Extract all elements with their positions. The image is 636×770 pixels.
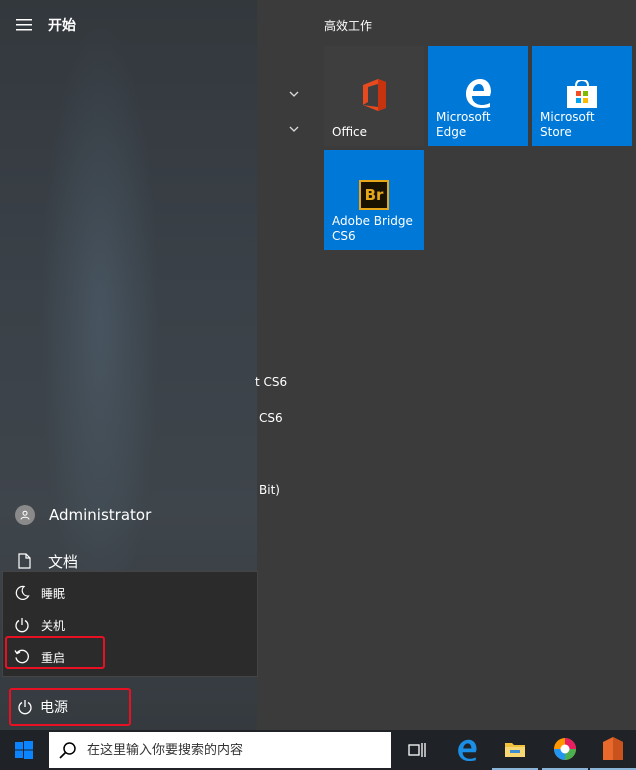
app-list-strip <box>257 0 307 730</box>
shutdown-label: 关机 <box>41 618 66 633</box>
shutdown-menu-item[interactable]: 关机 <box>3 610 257 640</box>
restart-menu-item[interactable]: 重启 <box>3 642 257 672</box>
start-title: 开始 <box>48 18 76 34</box>
chevron-down-icon[interactable] <box>284 119 304 139</box>
user-avatar-icon <box>15 505 35 525</box>
tile-microsoft-store[interactable]: Microsoft Store <box>532 46 632 146</box>
power-label: 电源 <box>40 699 68 716</box>
file-explorer-icon <box>505 743 525 757</box>
tile-microsoft-edge[interactable]: Microsoft Edge <box>428 46 528 146</box>
edge-icon <box>458 739 477 761</box>
restart-label: 重启 <box>41 650 66 665</box>
task-view-button[interactable] <box>394 730 440 770</box>
power-options-menu: 睡眠 关机 重启 <box>2 571 258 677</box>
chevron-down-icon[interactable] <box>284 84 304 104</box>
store-icon <box>566 78 598 112</box>
moon-icon <box>3 585 41 601</box>
bridge-icon: Br <box>359 180 389 210</box>
orange-app-icon <box>603 737 623 760</box>
app-list-peek-text: CS6 <box>259 411 283 425</box>
document-icon <box>0 553 48 569</box>
start-button[interactable] <box>0 730 48 770</box>
tile-group-title: 高效工作 <box>324 19 373 33</box>
bridge-icon-text: Br <box>359 180 389 210</box>
user-account[interactable]: Administrator <box>0 498 257 532</box>
tile-adobe-bridge[interactable]: Br Adobe Bridge CS6 <box>324 150 424 250</box>
power-button[interactable]: 电源 <box>10 688 130 725</box>
tile-office[interactable]: Office <box>324 46 424 146</box>
power-icon <box>3 617 41 633</box>
task-view-icon <box>408 743 426 757</box>
taskbar-search-box[interactable] <box>49 732 391 768</box>
power-icon <box>10 699 40 715</box>
hamburger-menu-icon[interactable] <box>0 0 48 50</box>
tile-label: Microsoft Store <box>540 110 595 139</box>
colorful-app-icon <box>554 738 576 760</box>
tile-label: Microsoft Edge <box>436 110 491 139</box>
start-header: 开始 <box>0 0 257 50</box>
documents-label: 文档 <box>48 552 79 571</box>
taskbar <box>0 730 636 770</box>
tile-label: Office <box>332 125 368 139</box>
taskbar-edge-button[interactable] <box>444 730 490 770</box>
search-icon <box>49 741 87 759</box>
taskbar-file-explorer-button[interactable] <box>492 730 538 770</box>
windows-logo-icon <box>15 741 33 759</box>
tile-label: Adobe Bridge CS6 <box>332 214 413 243</box>
edge-icon <box>463 78 493 112</box>
sleep-menu-item[interactable]: 睡眠 <box>3 578 257 608</box>
app-list-peek-text: Bit) <box>259 483 280 497</box>
app-list-peek-text: t CS6 <box>255 375 288 389</box>
search-input[interactable] <box>87 742 377 758</box>
taskbar-colorful-app-button[interactable] <box>542 730 588 770</box>
sleep-label: 睡眠 <box>41 586 66 601</box>
user-name: Administrator <box>49 506 152 524</box>
restart-icon <box>3 649 41 665</box>
taskbar-orange-app-button[interactable] <box>590 730 636 770</box>
office-icon <box>359 78 389 116</box>
